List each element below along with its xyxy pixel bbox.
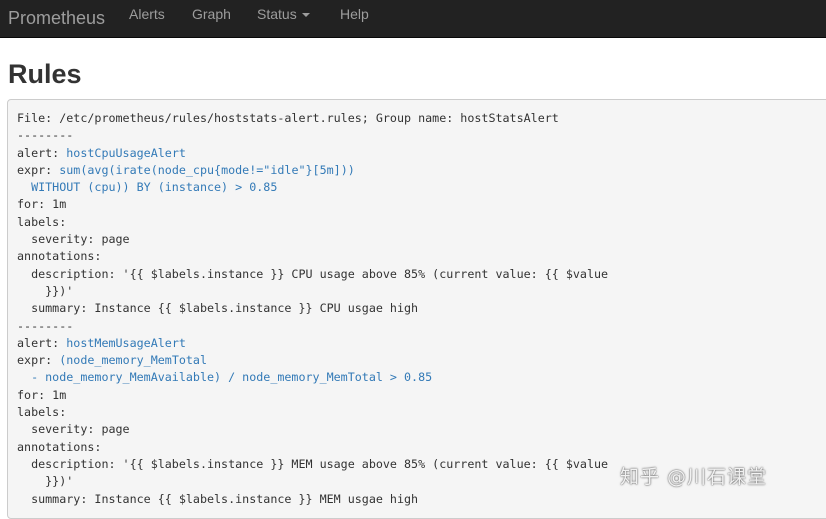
rule-for-line: for: 1m — [17, 197, 67, 212]
rule-description-continuation: }})' — [17, 283, 74, 298]
rule-expr-continuation[interactable]: WITHOUT (cpu)) BY (instance) > 0.85 — [17, 179, 826, 196]
rule-labels-key: labels: — [17, 405, 67, 420]
rule-expr-continuation[interactable]: - node_memory_MemAvailable) / node_memor… — [17, 369, 826, 386]
nav-alerts-link[interactable]: Alerts — [129, 5, 165, 23]
rule-annotations-key: annotations: — [17, 439, 102, 454]
alert-key: alert: — [17, 335, 67, 350]
rule-description-line: description: '{{ $labels.instance }} CPU… — [17, 266, 609, 281]
rule-severity-line: severity: page — [17, 422, 130, 437]
watermark-text: 知乎 @川石课堂 — [620, 466, 768, 488]
rule-labels-key: labels: — [17, 214, 67, 229]
expr-key: expr: — [17, 353, 60, 368]
expr-link[interactable]: sum(avg(irate(node_cpu{mode!="idle"}[5m]… — [59, 163, 355, 177]
nav-help-link[interactable]: Help — [340, 5, 369, 23]
rules-code-block: File: /etc/prometheus/rules/hoststats-al… — [7, 99, 826, 519]
rule-annotations-key: annotations: — [17, 249, 102, 264]
rule-expr-line: expr: (node_memory_MemTotal — [17, 352, 826, 369]
rule-severity-line: severity: page — [17, 232, 130, 247]
rule-for-line: for: 1m — [17, 387, 67, 402]
rule-separator: -------- — [17, 128, 74, 143]
top-navbar: Prometheus Alerts Graph Status Help — [0, 0, 826, 38]
rules-file-header: File: /etc/prometheus/rules/hoststats-al… — [17, 111, 559, 125]
caret-down-icon — [301, 13, 310, 18]
expr-link[interactable]: (node_memory_MemTotal — [59, 353, 207, 367]
rule-separator: -------- — [17, 318, 74, 333]
rule-summary-line: summary: Instance {{ $labels.instance }}… — [17, 491, 419, 506]
alert-name-link[interactable]: hostMemUsageAlert — [66, 336, 186, 350]
rule-summary-line: summary: Instance {{ $labels.instance }}… — [17, 301, 419, 316]
nav-status-dropdown[interactable]: Status — [257, 5, 310, 23]
expr-key: expr: — [17, 162, 60, 177]
nav-status-label: Status — [257, 6, 297, 22]
brand-logo-link[interactable]: Prometheus — [8, 5, 105, 31]
rule-alert-line: alert: hostMemUsageAlert — [17, 335, 826, 352]
alert-key: alert: — [17, 145, 67, 160]
page-title: Rules — [8, 59, 82, 89]
nav-graph-link[interactable]: Graph — [192, 5, 231, 23]
rule-alert-line: alert: hostCpuUsageAlert — [17, 145, 826, 162]
rule-expr-line: expr: sum(avg(irate(node_cpu{mode!="idle… — [17, 162, 826, 179]
alert-name-link[interactable]: hostCpuUsageAlert — [66, 146, 186, 160]
